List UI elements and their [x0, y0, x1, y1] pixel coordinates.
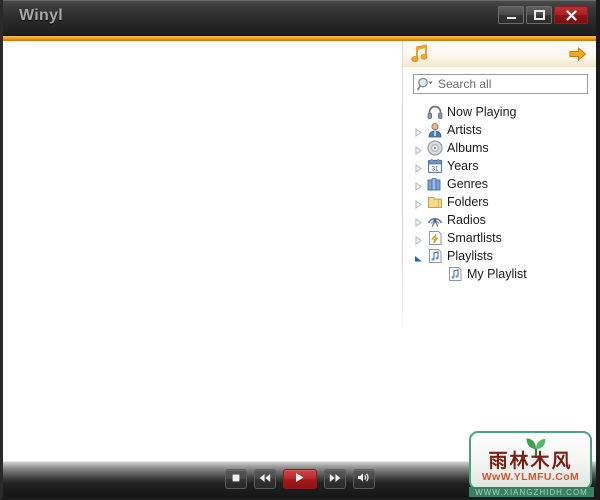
- folder-icon: [427, 194, 443, 210]
- minimize-button[interactable]: [498, 6, 524, 24]
- chevron-right-icon[interactable]: [414, 144, 423, 156]
- stop-button[interactable]: [224, 469, 247, 489]
- chevron-right-icon[interactable]: [414, 216, 423, 228]
- tree-item-my-playlist[interactable]: My Playlist: [403, 265, 596, 283]
- window-title: Winyl: [19, 7, 64, 24]
- volume-button[interactable]: [352, 469, 375, 489]
- search-magnifier-icon[interactable]: [417, 77, 434, 91]
- sidebar: Now Playing Artists: [403, 41, 596, 461]
- tree-item-label: Smartlists: [447, 231, 502, 245]
- person-icon: [427, 122, 443, 138]
- stop-icon: [231, 470, 241, 488]
- lightning-icon: [427, 230, 443, 246]
- watermark-characters: 雨林木风: [488, 450, 573, 472]
- search-box[interactable]: [413, 74, 595, 94]
- tree-item-label: Years: [447, 159, 479, 173]
- play-icon: [294, 470, 305, 488]
- tree-item-label: Folders: [447, 195, 489, 209]
- tree-item-albums[interactable]: Albums: [403, 139, 596, 157]
- chevron-right-icon[interactable]: [414, 180, 423, 192]
- calendar-icon: 31: [427, 158, 443, 174]
- playlist-icon: [427, 248, 443, 264]
- content-area: Now Playing Artists: [3, 41, 596, 461]
- watermark-subtext: WWW.XIANGZHIDH.COM: [469, 487, 594, 497]
- tree-item-artists[interactable]: Artists: [403, 121, 596, 139]
- main-pane: [3, 41, 402, 461]
- tree-item-label: Albums: [447, 141, 489, 155]
- chevron-right-icon[interactable]: [414, 162, 423, 174]
- watermark-url: WwW.YLMFU.CoM: [481, 471, 580, 483]
- minimize-icon: [506, 11, 517, 20]
- chevron-down-icon[interactable]: [414, 252, 423, 262]
- tree-item-years[interactable]: 31 Years: [403, 157, 596, 175]
- tree-item-label: Radios: [447, 213, 486, 227]
- svg-text:31: 31: [432, 166, 439, 173]
- speaker-icon: [357, 470, 370, 488]
- tree-item-label: Playlists: [447, 249, 493, 263]
- search-input[interactable]: [436, 77, 595, 91]
- tree-item-smartlists[interactable]: Smartlists: [403, 229, 596, 247]
- fast-forward-icon: [329, 470, 341, 488]
- tree-item-radios[interactable]: Radios: [403, 211, 596, 229]
- maximize-button[interactable]: [526, 6, 552, 24]
- close-button[interactable]: [554, 6, 588, 24]
- books-icon: [427, 176, 443, 192]
- next-button[interactable]: [323, 469, 346, 489]
- sidebar-header: [403, 41, 596, 67]
- music-note-icon: [411, 44, 429, 68]
- tree-item-folders[interactable]: Folders: [403, 193, 596, 211]
- previous-button[interactable]: [253, 469, 276, 489]
- tree-item-label: Genres: [447, 177, 488, 191]
- playlist-icon: [447, 266, 463, 282]
- app-window: Winyl Search all Now Playing Artists Alb…: [0, 0, 600, 500]
- watermark-badge: 雨林木风 WwW.YLMFU.CoM: [469, 431, 592, 490]
- tree-item-label: My Playlist: [467, 267, 527, 281]
- tree-item-label: Artists: [447, 123, 482, 137]
- tree-item-label: Now Playing: [447, 105, 517, 119]
- play-button[interactable]: [282, 469, 317, 489]
- arrow-right-icon[interactable]: [569, 46, 587, 67]
- disc-icon: [427, 140, 443, 156]
- chevron-right-icon[interactable]: [414, 198, 423, 210]
- window-controls: [498, 6, 588, 24]
- tree-item-now-playing[interactable]: Now Playing: [403, 103, 596, 121]
- chevron-right-icon[interactable]: [414, 234, 423, 246]
- close-icon: [565, 9, 577, 21]
- radio-tower-icon: [427, 212, 443, 228]
- rewind-icon: [259, 470, 271, 488]
- library-tree: Now Playing Artists Albums 31 Years Genr…: [403, 103, 596, 283]
- tree-item-genres[interactable]: Genres: [403, 175, 596, 193]
- maximize-icon: [533, 10, 545, 20]
- tree-item-playlists[interactable]: Playlists: [403, 247, 596, 265]
- title-bar[interactable]: Winyl: [3, 0, 596, 36]
- chevron-right-icon[interactable]: [414, 126, 423, 138]
- headphones-icon: [427, 104, 443, 120]
